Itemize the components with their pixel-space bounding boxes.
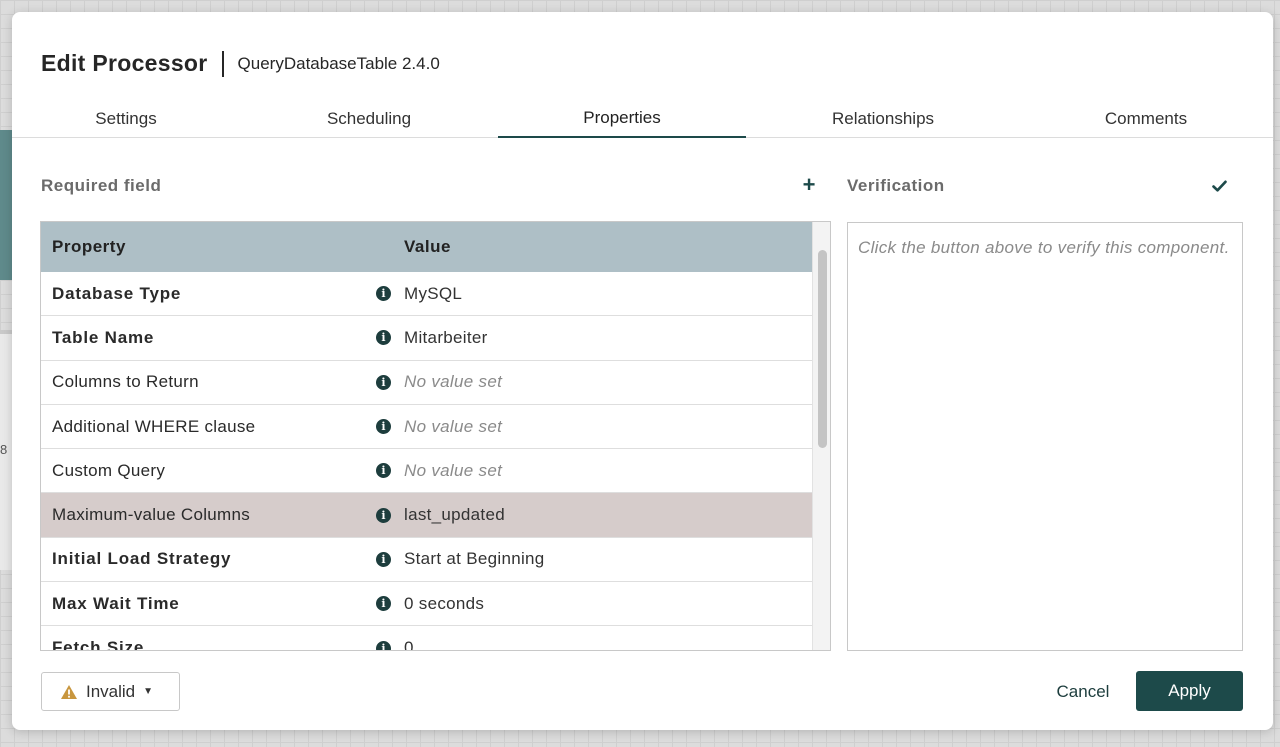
plus-icon: +	[802, 172, 816, 197]
info-button[interactable]: i	[363, 286, 404, 302]
property-name: Initial Load Strategy	[52, 549, 232, 569]
table-row[interactable]: Database Type i MySQL	[41, 272, 812, 317]
property-value[interactable]: Start at Beginning	[404, 549, 545, 569]
property-value[interactable]: No value set	[404, 417, 502, 437]
info-button[interactable]: i	[363, 596, 404, 612]
canvas-stray-number: 8	[0, 442, 8, 457]
caret-down-icon: ▼	[143, 686, 154, 697]
info-button[interactable]: i	[363, 374, 404, 390]
info-button[interactable]: i	[363, 507, 404, 523]
required-field-label: Required field	[41, 176, 162, 195]
info-icon: i	[376, 330, 391, 346]
table-row[interactable]: Fetch Size i 0	[41, 626, 812, 651]
info-icon: i	[376, 419, 391, 435]
column-header-property: Property	[52, 237, 126, 256]
properties-table: Property Value Database Type i MySQL Table …	[40, 221, 831, 651]
verification-label: Verification	[847, 176, 945, 195]
table-row[interactable]: Maximum-value Columns i last_updated	[41, 493, 812, 538]
info-button[interactable]: i	[363, 640, 404, 650]
info-icon: i	[376, 551, 391, 567]
warning-icon	[61, 684, 77, 699]
table-row[interactable]: Table Name i Mitarbeiter	[41, 316, 812, 361]
tab-comments[interactable]: Comments	[1020, 100, 1272, 138]
info-button[interactable]: i	[363, 419, 404, 435]
info-button[interactable]: i	[363, 463, 404, 479]
info-icon: i	[376, 374, 391, 390]
property-name: Max Wait Time	[52, 593, 180, 613]
verify-button[interactable]	[1208, 176, 1230, 196]
tab-settings[interactable]: Settings	[12, 100, 240, 138]
apply-button[interactable]: Apply	[1136, 671, 1243, 711]
add-property-button[interactable]: +	[798, 174, 820, 196]
property-name: Fetch Size	[52, 638, 145, 651]
info-icon: i	[376, 286, 391, 302]
table-row[interactable]: Columns to Return i No value set	[41, 361, 812, 405]
property-name: Custom Query	[52, 460, 166, 480]
scrollbar-thumb[interactable]	[818, 250, 827, 448]
property-value[interactable]: 0	[404, 638, 414, 650]
title-separator	[221, 50, 224, 77]
property-name: Table Name	[52, 327, 155, 347]
table-body: Database Type i MySQL Table Name i Mitarbeite…	[41, 272, 830, 651]
validation-status-label: Invalid	[86, 681, 136, 701]
property-name: Columns to Return	[52, 372, 199, 392]
property-value[interactable]: No value set	[404, 372, 502, 392]
tab-scheduling[interactable]: Scheduling	[240, 100, 498, 138]
validation-status-button[interactable]: Invalid ▼	[41, 672, 180, 711]
tab-bar: Settings Scheduling Properties Relations…	[12, 100, 1273, 138]
edit-processor-dialog: Edit Processor QueryDatabaseTable 2.4.0 …	[12, 12, 1273, 730]
property-name: Maximum-value Columns	[52, 505, 251, 525]
column-header-value: Value	[404, 237, 451, 256]
tab-properties[interactable]: Properties	[498, 100, 746, 138]
table-row[interactable]: Initial Load Strategy i Start at Beginning	[41, 538, 812, 583]
property-name: Database Type	[52, 283, 182, 303]
table-row[interactable]: Additional WHERE clause i No value set	[41, 405, 812, 450]
info-icon: i	[376, 463, 391, 479]
info-icon: i	[376, 507, 391, 523]
checkmark-icon	[1211, 180, 1227, 192]
dialog-subtitle: QueryDatabaseTable 2.4.0	[237, 53, 440, 73]
dialog-title: Edit Processor	[41, 50, 208, 76]
verification-placeholder: Click the button above to verify this co…	[858, 238, 1230, 257]
info-icon: i	[376, 640, 391, 650]
verification-panel: Click the button above to verify this co…	[847, 222, 1243, 651]
property-value[interactable]: MySQL	[404, 284, 462, 304]
dialog-header: Edit Processor QueryDatabaseTable 2.4.0	[41, 50, 440, 77]
table-row[interactable]: Custom Query i No value set	[41, 449, 812, 494]
info-button[interactable]: i	[363, 551, 404, 567]
property-value[interactable]: 0 seconds	[404, 594, 484, 614]
property-value[interactable]: last_updated	[404, 505, 505, 525]
info-button[interactable]: i	[363, 330, 404, 346]
table-header: Property Value	[41, 222, 830, 272]
property-value[interactable]: Mitarbeiter	[404, 328, 488, 348]
property-value[interactable]: No value set	[404, 461, 502, 481]
tab-relationships[interactable]: Relationships	[746, 100, 1020, 138]
info-icon: i	[376, 596, 391, 612]
table-scrollbar[interactable]	[812, 222, 830, 650]
cancel-button[interactable]: Cancel	[1042, 672, 1124, 711]
table-row[interactable]: Max Wait Time i 0 seconds	[41, 582, 812, 627]
property-name: Additional WHERE clause	[52, 416, 256, 436]
